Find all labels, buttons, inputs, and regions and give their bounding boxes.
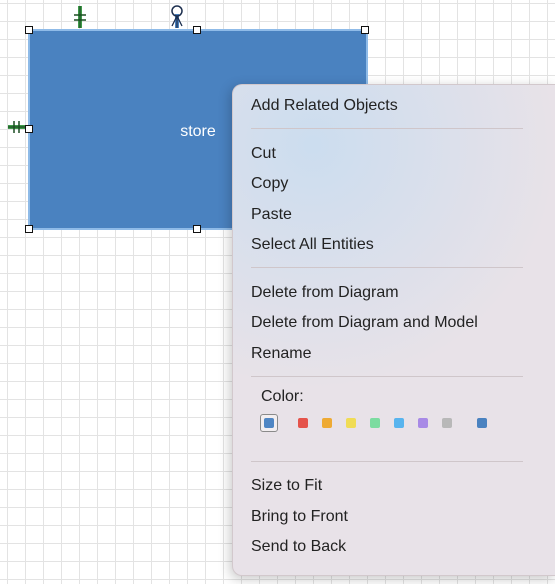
color-swatch-purple[interactable] [418,418,428,428]
color-swatch-blue[interactable] [264,418,274,428]
menu-item-paste[interactable]: Paste [251,206,292,224]
menu-item-add-related-objects[interactable]: Add Related Objects [251,97,398,115]
resize-handle-top-left[interactable] [25,26,33,34]
color-swatch-orange[interactable] [322,418,332,428]
menu-separator [251,376,523,377]
color-swatch-yellow[interactable] [346,418,356,428]
menu-item-select-all-entities[interactable]: Select All Entities [251,236,374,254]
context-menu: Add Related Objects Cut Copy Paste Selec… [232,84,555,576]
menu-item-size-to-fit[interactable]: Size to Fit [251,477,322,495]
connector-top-left[interactable] [74,6,86,28]
menu-item-bring-to-front[interactable]: Bring to Front [251,508,348,526]
color-swatch-green[interactable] [370,418,380,428]
color-swatch-gray[interactable] [442,418,452,428]
menu-item-copy[interactable]: Copy [251,175,288,193]
color-swatch-red[interactable] [298,418,308,428]
diagram-canvas[interactable]: store Add Related Objects Cut Copy Paste… [0,0,555,584]
color-label: Color: [261,388,304,405]
resize-handle-bottom-middle[interactable] [193,225,201,233]
resize-handle-top-right[interactable] [361,26,369,34]
color-swatch-light-blue[interactable] [394,418,404,428]
menu-separator [251,461,523,462]
relationship-connector-icon [74,6,86,28]
resize-handle-bottom-left[interactable] [25,225,33,233]
menu-item-send-to-back[interactable]: Send to Back [251,538,346,556]
resize-handle-top-middle[interactable] [193,26,201,34]
resize-handle-middle-left[interactable] [25,125,33,133]
color-swatch-steel-blue[interactable] [477,418,487,428]
menu-item-delete-from-diagram[interactable]: Delete from Diagram [251,284,399,302]
menu-separator [251,267,523,268]
menu-separator [251,128,523,129]
menu-item-rename[interactable]: Rename [251,345,311,363]
menu-item-delete-from-diagram-and-model[interactable]: Delete from Diagram and Model [251,314,478,332]
zero-or-many-connector-icon [171,5,183,28]
menu-item-cut[interactable]: Cut [251,145,276,163]
connector-top-middle[interactable] [169,4,185,28]
